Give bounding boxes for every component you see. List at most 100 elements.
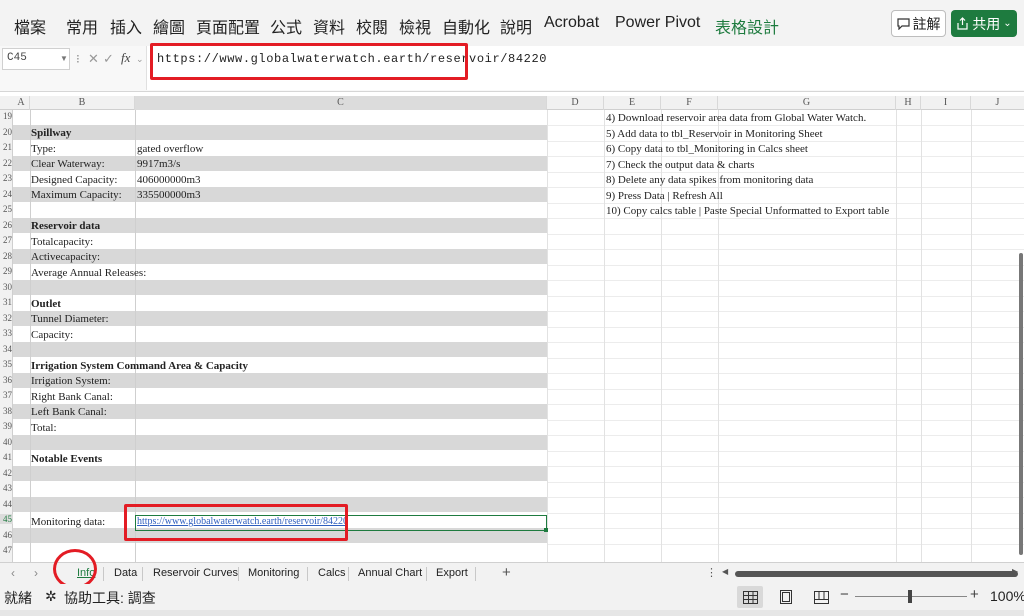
tab-draw[interactable]: 繪圖 <box>153 14 185 38</box>
row-header[interactable]: 44 <box>0 499 13 509</box>
column-header-selected[interactable]: C <box>135 96 547 110</box>
row-header[interactable]: 39 <box>0 421 13 431</box>
tab-data[interactable]: 資料 <box>313 14 345 38</box>
sheet-tab-calcs[interactable]: Calcs <box>318 567 346 579</box>
section-heading-irrigation[interactable]: Irrigation System Command Area & Capacit… <box>31 359 248 374</box>
cell-label[interactable]: Average Annual Releases: <box>31 266 146 281</box>
row-header[interactable]: 26 <box>0 220 13 230</box>
cell-value[interactable]: 335500000m3 <box>137 188 201 203</box>
row-header[interactable]: 36 <box>0 375 13 385</box>
column-header[interactable]: I <box>921 96 971 110</box>
row-header[interactable]: 28 <box>0 251 13 261</box>
cell-label[interactable]: Monitoring data: <box>31 515 105 530</box>
tab-formulas[interactable]: 公式 <box>270 14 302 38</box>
accessibility-icon[interactable]: ✲ <box>45 588 57 605</box>
tab-insert[interactable]: 插入 <box>110 14 142 38</box>
cell-label[interactable]: Left Bank Canal: <box>31 405 107 420</box>
row-header[interactable]: 35 <box>0 359 13 369</box>
tab-review[interactable]: 校閱 <box>356 14 388 38</box>
scroll-left-icon[interactable]: ◀ <box>722 567 728 576</box>
row-header[interactable]: 22 <box>0 158 13 168</box>
row-header[interactable]: 25 <box>0 204 13 214</box>
row-header[interactable]: 40 <box>0 437 13 447</box>
cell-label[interactable]: Right Bank Canal: <box>31 390 113 405</box>
instruction-step[interactable]: 8) Delete any data spikes from monitorin… <box>606 173 813 188</box>
chevron-down-icon[interactable]: ⌄ <box>136 54 144 65</box>
row-header[interactable]: 24 <box>0 189 13 199</box>
tab-file[interactable]: 檔案 <box>14 14 46 38</box>
tab-power-pivot[interactable]: Power Pivot <box>615 14 700 32</box>
accessibility-status[interactable]: 協助工具: 調查 <box>64 588 156 608</box>
cell-label[interactable]: Activecapacity: <box>31 250 100 265</box>
row-header[interactable]: 34 <box>0 344 13 354</box>
add-sheet-icon[interactable]: + <box>502 564 511 581</box>
cell-label[interactable]: Tunnel Diameter: <box>31 312 109 327</box>
row-header[interactable]: 47 <box>0 545 13 555</box>
tab-table-design[interactable]: 表格設計 <box>715 14 779 38</box>
comment-button[interactable]: 註解 <box>891 10 946 37</box>
horizontal-scrollbar-thumb[interactable] <box>735 571 1018 577</box>
sheet-tab-data[interactable]: Data <box>114 567 137 579</box>
zoom-in-icon[interactable]: + <box>970 586 979 603</box>
row-header[interactable]: 23 <box>0 173 13 183</box>
more-options-icon[interactable]: ⁝ <box>76 52 80 66</box>
cell-value[interactable]: 406000000m3 <box>137 173 201 188</box>
row-header[interactable]: 30 <box>0 282 13 292</box>
column-header[interactable]: E <box>604 96 661 110</box>
row-header[interactable]: 46 <box>0 530 13 540</box>
row-header[interactable]: 29 <box>0 266 13 276</box>
sheet-tab-reservoir-curves[interactable]: Reservoir Curves <box>153 567 238 579</box>
instruction-step[interactable]: 4) Download reservoir area data from Glo… <box>606 111 866 126</box>
row-header[interactable]: 37 <box>0 390 13 400</box>
tab-page-layout[interactable]: 頁面配置 <box>196 14 260 38</box>
column-header[interactable]: D <box>547 96 604 110</box>
tab-home[interactable]: 常用 <box>66 14 98 38</box>
instruction-step[interactable]: 10) Copy calcs table | Paste Special Unf… <box>606 204 889 219</box>
instruction-step[interactable]: 5) Add data to tbl_Reservoir in Monitori… <box>606 127 823 142</box>
sheet-tab-export[interactable]: Export <box>436 567 468 579</box>
tab-help[interactable]: 說明 <box>500 14 532 38</box>
row-header[interactable]: 31 <box>0 297 13 307</box>
column-header[interactable]: F <box>661 96 718 110</box>
tab-automate[interactable]: 自動化 <box>442 14 490 38</box>
scroll-right-icon[interactable]: ▶ <box>1012 567 1018 576</box>
tab-acrobat[interactable]: Acrobat <box>544 14 599 32</box>
row-header-selected[interactable]: 45 <box>0 514 13 524</box>
vertical-scrollbar-thumb[interactable] <box>1019 253 1023 555</box>
row-header[interactable]: 21 <box>0 142 13 152</box>
row-header[interactable]: 20 <box>0 127 13 137</box>
row-header[interactable]: 38 <box>0 406 13 416</box>
row-header[interactable]: 43 <box>0 483 13 493</box>
instruction-step[interactable]: 9) Press Data | Refresh All <box>606 189 723 204</box>
zoom-slider-thumb[interactable] <box>908 590 912 603</box>
section-heading-outlet[interactable]: Outlet <box>31 297 61 312</box>
page-layout-view-icon[interactable] <box>773 586 799 608</box>
chevron-right-icon[interactable]: › <box>34 566 38 580</box>
insert-function-icon[interactable]: fx <box>121 50 130 66</box>
cell-value[interactable]: 9917m3/s <box>137 157 180 172</box>
sheet-tab-annual-chart[interactable]: Annual Chart <box>358 567 422 579</box>
page-break-view-icon[interactable] <box>808 586 834 608</box>
cell-label[interactable]: Clear Waterway: <box>31 157 105 172</box>
instruction-step[interactable]: 7) Check the output data & charts <box>606 158 754 173</box>
row-header[interactable]: 32 <box>0 313 13 323</box>
column-header[interactable]: A <box>13 96 30 110</box>
sheet-tab-monitoring[interactable]: Monitoring <box>248 567 299 579</box>
row-header[interactable]: 42 <box>0 468 13 478</box>
fill-handle[interactable] <box>544 528 548 532</box>
more-options-icon[interactable]: ⋮ <box>706 566 717 579</box>
tab-view[interactable]: 檢視 <box>399 14 431 38</box>
row-header[interactable]: 27 <box>0 235 13 245</box>
chevron-down-icon[interactable]: ▼ <box>60 54 68 63</box>
cancel-icon[interactable]: ✕ <box>88 51 99 67</box>
column-header[interactable]: B <box>30 96 135 110</box>
cell-label[interactable]: Type: <box>31 142 56 157</box>
cell-label[interactable]: Total: <box>31 421 57 436</box>
cell-label[interactable]: Maximum Capacity: <box>31 188 122 203</box>
enter-check-icon[interactable]: ✓ <box>103 51 114 67</box>
row-header[interactable]: 33 <box>0 328 13 338</box>
instruction-step[interactable]: 6) Copy data to tbl_Monitoring in Calcs … <box>606 142 808 157</box>
cell-label[interactable]: Totalcapacity: <box>31 235 93 250</box>
zoom-out-icon[interactable]: − <box>840 586 849 603</box>
cell-label[interactable]: Irrigation System: <box>31 374 111 389</box>
